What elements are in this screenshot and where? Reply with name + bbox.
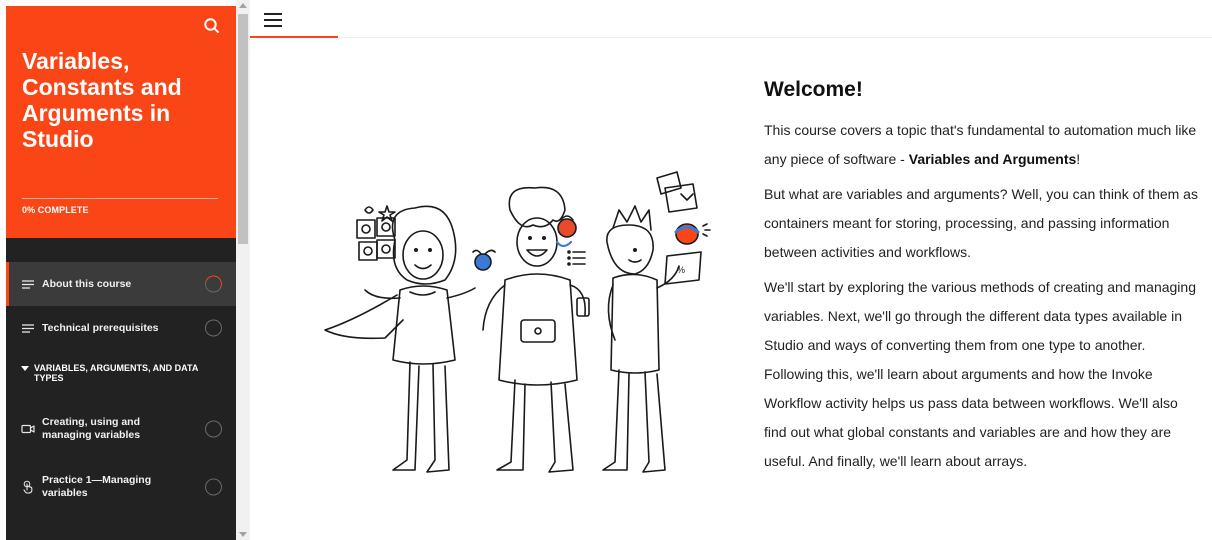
lesson-item-practice-1[interactable]: Practice 1—Managing variables [6,458,236,516]
hand-pointer-icon [21,480,35,494]
progress-ring-icon [205,319,222,337]
people-illustration: % [315,170,720,490]
intro-bold-text: Variables and Arguments [908,151,1077,167]
top-bar [250,0,1212,38]
scroll-thumb[interactable] [238,14,248,244]
lesson-item-creating-variables[interactable]: Creating, using and managing variables [6,400,236,458]
lesson-item-about-this-course[interactable]: About this course [6,262,236,306]
lesson-item-technical-prerequisites[interactable]: Technical prerequisites [6,306,236,350]
lesson-label: About this course [42,277,132,290]
scroll-down-arrow-icon[interactable] [239,532,247,537]
lines-icon [21,321,35,335]
progress-ring-icon [205,420,222,438]
lines-icon [21,277,35,291]
course-page: Variables, Constants and Arguments in St… [0,0,1212,540]
progress-ring-icon [205,478,222,496]
lesson-label: Practice 1—Managing variables [42,474,152,499]
overview-paragraph: We'll start by exploring the various met… [764,279,1196,469]
video-camera-icon [21,422,35,436]
course-sidebar: Variables, Constants and Arguments in St… [0,0,236,540]
section-header-variables[interactable]: VARIABLES, ARGUMENTS, AND DATA TYPES [6,350,236,400]
intro-paragraph: This course covers a topic that's fundam… [764,116,1204,174]
sidebar-header: Variables, Constants and Arguments in St… [6,6,236,238]
caret-down-icon [21,366,29,371]
progress-label: 0% COMPLETE [22,205,89,215]
course-title: Variables, Constants and Arguments in St… [22,48,182,152]
lesson-content: Welcome! This course covers a topic that… [764,78,1204,482]
svg-text:%: % [677,265,685,275]
section-label: VARIABLES, ARGUMENTS, AND DATA TYPES [34,363,198,383]
intro-text-end: ! [1076,151,1081,167]
lesson-label: Creating, using and managing variables [42,416,141,441]
scroll-up-arrow-icon[interactable] [239,3,247,8]
lesson-nav: About this course Technical prerequisite… [6,262,236,516]
definition-paragraph: But what are variables and arguments? We… [764,186,1198,260]
progress-ring-icon [202,273,225,295]
page-title: Welcome! [764,78,863,101]
header-divider [22,198,218,199]
sidebar-scrollbar[interactable] [236,0,250,540]
hamburger-menu-icon[interactable] [264,12,284,28]
search-icon[interactable] [202,16,222,36]
lesson-progress-bar [250,36,338,38]
lesson-label: Technical prerequisites [42,321,159,334]
